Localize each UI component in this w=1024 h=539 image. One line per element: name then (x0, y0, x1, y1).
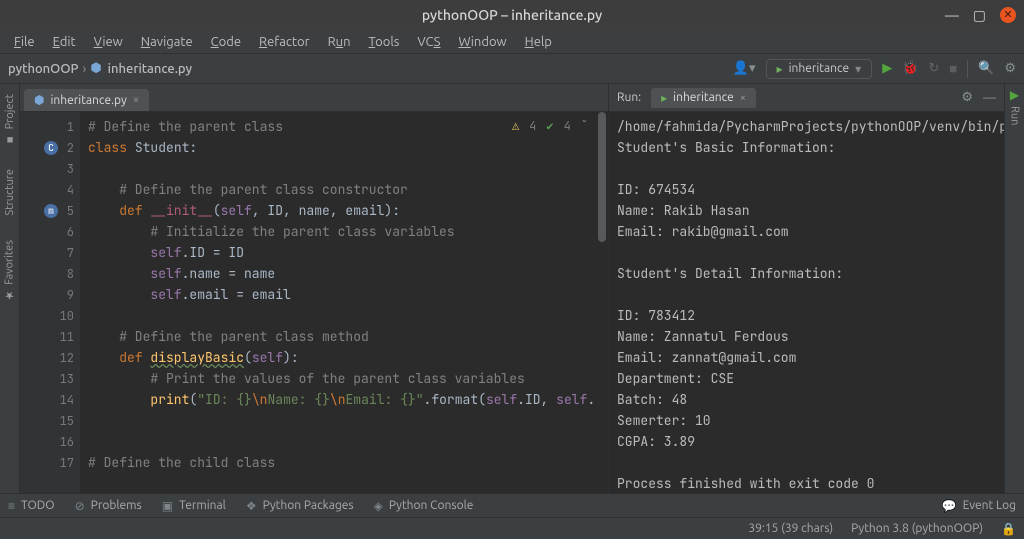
chevron-down-icon: ▾ (855, 62, 861, 76)
separator (967, 60, 968, 78)
run-config-name: inheritance (789, 62, 850, 75)
lock-icon[interactable]: 🔒 (1001, 522, 1016, 536)
tool-todo[interactable]: ≡TODO (8, 499, 55, 513)
editor-scrollbar[interactable] (596, 112, 608, 493)
breadcrumb-file[interactable]: inheritance.py (108, 62, 192, 76)
main: ■Project Structure ★Favorites ⬢ inherita… (0, 84, 1024, 493)
menu-tools[interactable]: Tools (361, 33, 408, 51)
menu-vcs[interactable]: VCS (409, 33, 448, 51)
run-header: Run: ▸ inheritance × ⚙ — (609, 84, 1004, 112)
chevron-down-icon[interactable]: ˇ (581, 116, 588, 137)
editor-tab-inheritance[interactable]: ⬢ inheritance.py × (24, 89, 149, 111)
close-run-tab-icon[interactable]: × (740, 92, 746, 104)
caret-position[interactable]: 39:15 (39 chars) (748, 522, 833, 535)
menu-help[interactable]: Help (517, 33, 560, 51)
close-icon[interactable]: ✕ (1000, 7, 1016, 23)
python-file-icon: ⬢ (34, 93, 44, 107)
tool-run-right[interactable]: Run (1009, 106, 1021, 125)
debug-button[interactable]: 🐞 (902, 61, 918, 76)
menubar: File Edit View Navigate Code Refactor Ru… (0, 30, 1024, 54)
settings-icon[interactable]: ⚙ (1004, 61, 1016, 76)
tool-terminal[interactable]: ▣Terminal (162, 499, 226, 513)
menu-navigate[interactable]: Navigate (133, 33, 201, 51)
editor-panel: ⬢ inheritance.py × 1 C2 3 4 m5 6 7 8 9 1… (20, 84, 609, 493)
tool-favorites[interactable]: ★Favorites (3, 240, 16, 302)
editor-body[interactable]: 1 C2 3 4 m5 6 7 8 9 10 11 12 13 14 15 16… (20, 112, 608, 493)
run-label: Run: (617, 91, 641, 104)
run-play-icon[interactable]: ▶ (1010, 88, 1019, 102)
menu-view[interactable]: View (86, 33, 131, 51)
right-tool-strip: ▶ Run (1004, 84, 1024, 493)
menu-file[interactable]: File (6, 33, 43, 51)
stop-button[interactable]: ■ (949, 61, 957, 76)
run-settings-icon[interactable]: ⚙ (961, 90, 973, 105)
run-output[interactable]: /home/fahmida/PycharmProjects/pythonOOP/… (609, 112, 1004, 493)
run-tab[interactable]: ▸ inheritance × (651, 88, 756, 108)
run-tab-label: inheritance (673, 91, 734, 104)
gutter: 1 C2 3 4 m5 6 7 8 9 10 11 12 13 14 15 16… (20, 112, 80, 493)
class-gutter-icon[interactable]: C (44, 141, 58, 155)
python-sdk[interactable]: Python 3.8 (pythonOOP) (851, 522, 983, 535)
run-panel: Run: ▸ inheritance × ⚙ — /home/fahmida/P… (609, 84, 1004, 493)
close-tab-icon[interactable]: × (133, 94, 139, 106)
coverage-button[interactable]: ↻ (928, 61, 939, 76)
editor-tabs: ⬢ inheritance.py × (20, 84, 608, 112)
bottom-tools: ≡TODO ⊘Problems ▣Terminal ❖Python Packag… (0, 493, 1024, 517)
weak-count: 4 (564, 116, 571, 137)
statusbar: 39:15 (39 chars) Python 3.8 (pythonOOP) … (0, 517, 1024, 539)
editor-tab-label: inheritance.py (50, 94, 126, 107)
tool-python-packages[interactable]: ❖Python Packages (246, 499, 354, 513)
menu-run[interactable]: Run (320, 33, 359, 51)
toolbar: pythonOOP › ⬢ inheritance.py 👤▾ ▸ inheri… (0, 54, 1024, 84)
menu-refactor[interactable]: Refactor (251, 33, 318, 51)
minimize-run-icon[interactable]: — (983, 91, 996, 105)
menu-code[interactable]: Code (203, 33, 249, 51)
breadcrumb: pythonOOP › ⬢ inheritance.py (8, 61, 192, 76)
toolbar-right: 👤▾ ▸ inheritance ▾ ▶ 🐞 ↻ ■ 🔍 ⚙ (733, 59, 1016, 79)
breadcrumb-project[interactable]: pythonOOP (8, 62, 78, 76)
warning-icon: ⚠ (512, 116, 519, 137)
maximize-icon[interactable]: ▢ (973, 8, 986, 22)
chevron-right-icon: › (82, 62, 86, 76)
tool-event-log[interactable]: 💬Event Log (942, 499, 1016, 513)
tool-project[interactable]: ■Project (4, 94, 16, 145)
menu-window[interactable]: Window (450, 33, 514, 51)
window-controls: — ▢ ✕ (945, 0, 1016, 30)
inspection-badges[interactable]: ⚠ 4 ✔ 4 ˇ (512, 116, 588, 137)
window-title: pythonOOP – inheritance.py (422, 7, 602, 23)
python-run-icon: ▸ (777, 62, 783, 76)
tool-python-console[interactable]: ◈Python Console (374, 499, 474, 513)
left-tool-strip: ■Project Structure ★Favorites (0, 84, 20, 493)
tool-problems[interactable]: ⊘Problems (75, 499, 142, 513)
minimize-icon[interactable]: — (945, 8, 959, 22)
run-button[interactable]: ▶ (882, 61, 892, 76)
python-run-icon: ▸ (661, 91, 667, 105)
menu-edit[interactable]: Edit (45, 33, 84, 51)
python-file-icon: ⬢ (90, 61, 101, 76)
weak-warning-icon: ✔ (546, 116, 553, 137)
method-gutter-icon[interactable]: m (44, 204, 58, 218)
search-everywhere-icon[interactable]: 🔍 (978, 61, 994, 76)
warning-count: 4 (529, 116, 536, 137)
user-icon[interactable]: 👤▾ (733, 61, 756, 76)
code-area[interactable]: # Define the parent class class Student:… (80, 112, 608, 493)
tool-structure[interactable]: Structure (4, 169, 16, 216)
run-config-selector[interactable]: ▸ inheritance ▾ (766, 59, 873, 79)
titlebar: pythonOOP – inheritance.py — ▢ ✕ (0, 0, 1024, 30)
